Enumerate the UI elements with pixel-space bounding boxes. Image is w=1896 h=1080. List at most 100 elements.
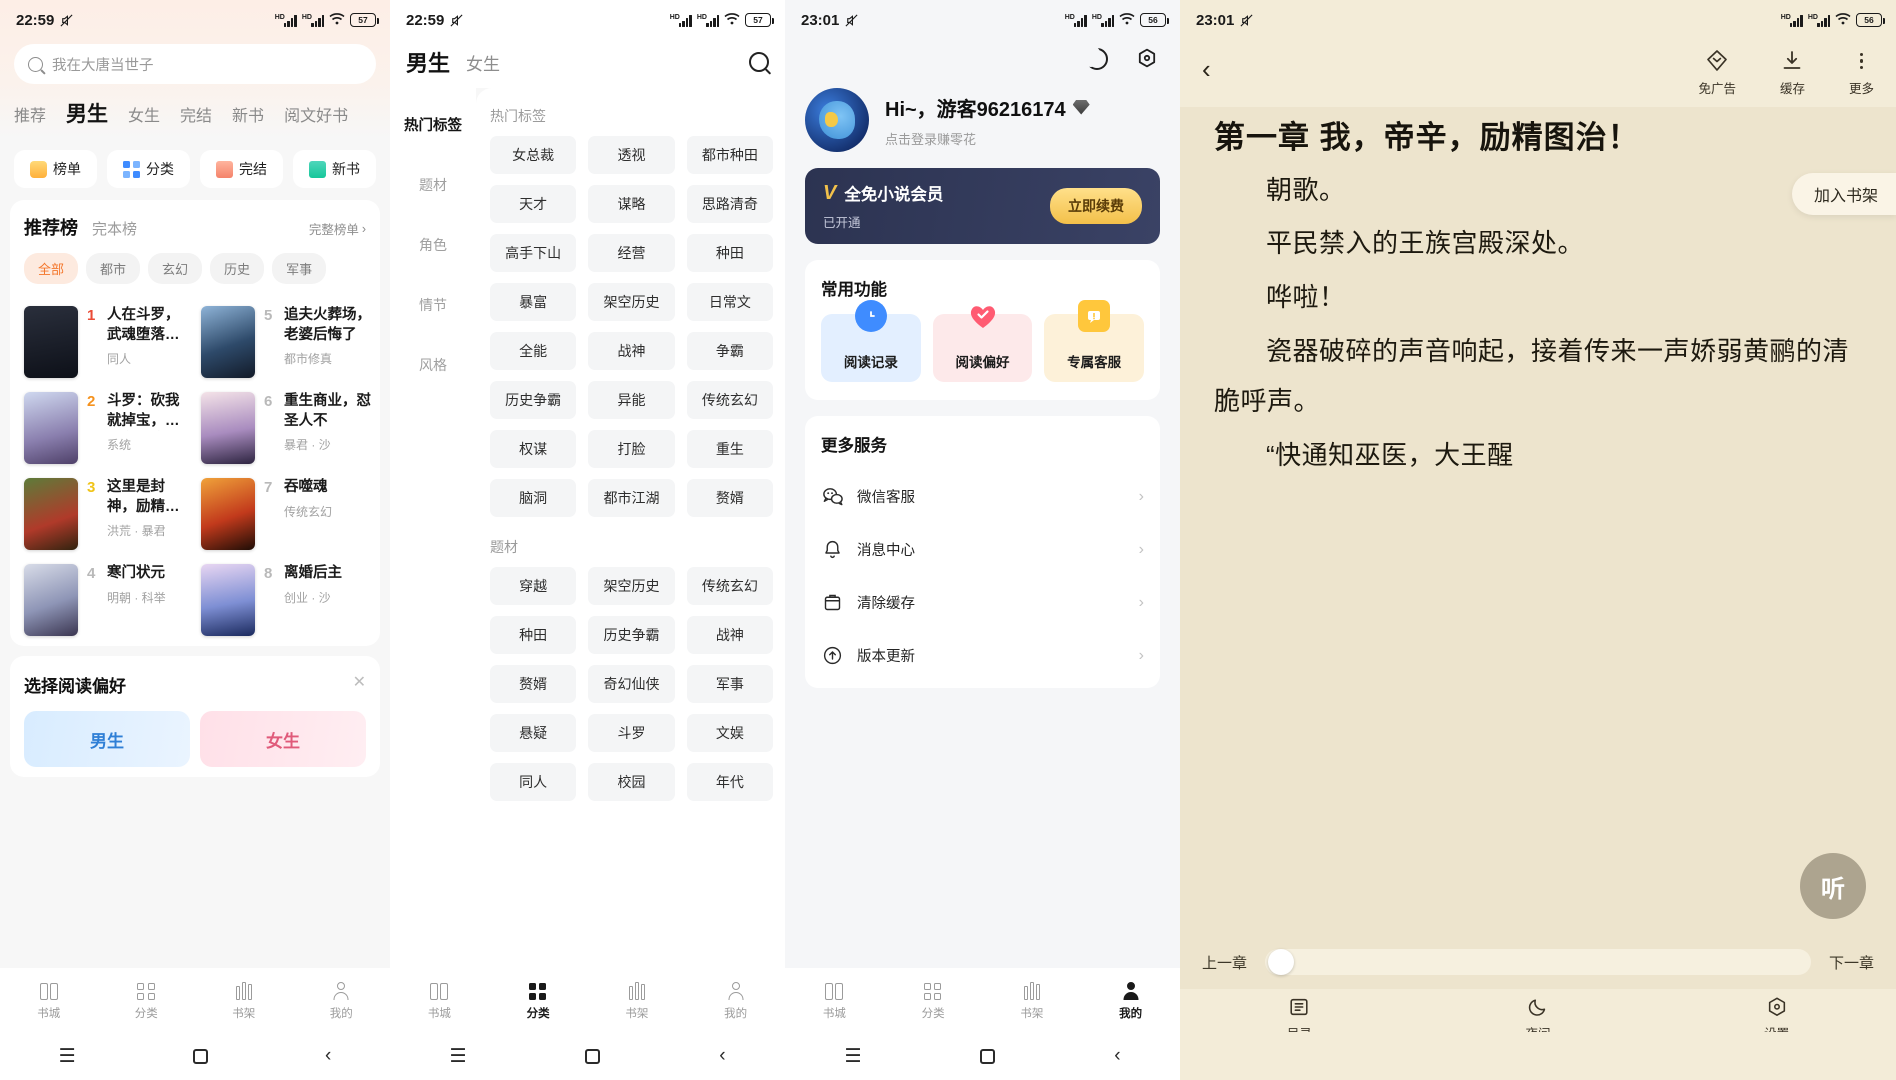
tag-chip[interactable]: 暴富: [490, 283, 577, 321]
tab-recommend[interactable]: 推荐: [14, 102, 46, 126]
tag-chip[interactable]: 军事: [686, 665, 773, 703]
table-row[interactable]: 4 寒门状元 明朝 · 科举: [24, 564, 187, 636]
quick-newbook[interactable]: 新书: [293, 150, 376, 188]
preference-male[interactable]: 男生: [24, 711, 190, 767]
more-button[interactable]: 更多: [1849, 48, 1874, 97]
list-item-message-center[interactable]: 消息中心 ›: [821, 523, 1144, 576]
no-ads-button[interactable]: 免广告: [1698, 48, 1736, 97]
tag-chip[interactable]: 经营: [588, 234, 675, 272]
tag-chip[interactable]: 天才: [490, 185, 577, 223]
tag-chip[interactable]: 赘婿: [686, 479, 773, 517]
sidebar-item-category[interactable]: 分类: [489, 980, 588, 1021]
reading-preference-button[interactable]: 阅读偏好: [932, 306, 1033, 382]
chip-urban[interactable]: 都市: [86, 253, 141, 284]
login-hint[interactable]: 点击登录赚零花: [885, 129, 1090, 148]
sidebar-item-bookshelf[interactable]: 书架: [588, 980, 687, 1021]
menu-icon[interactable]: ☰: [449, 1045, 466, 1068]
sidebar-item-theme[interactable]: 题材: [390, 155, 476, 215]
menu-icon[interactable]: ☰: [844, 1045, 861, 1068]
quick-rank[interactable]: 榜单: [14, 150, 97, 188]
tab-male[interactable]: 男生: [406, 46, 450, 78]
tag-chip[interactable]: 种田: [686, 234, 773, 272]
customer-service-button[interactable]: 专属客服: [1044, 300, 1145, 382]
tag-chip[interactable]: 思路清奇: [686, 185, 773, 223]
sidebar-item-profile[interactable]: 我的: [293, 980, 391, 1021]
menu-icon[interactable]: ☰: [59, 1045, 76, 1068]
close-icon[interactable]: ✕: [353, 672, 366, 692]
sidebar-item-category[interactable]: 分类: [98, 980, 196, 1021]
renew-button[interactable]: 立即续费: [1050, 188, 1142, 224]
tag-chip[interactable]: 战神: [588, 332, 675, 370]
tag-chip[interactable]: 全能: [490, 332, 577, 370]
settings-icon[interactable]: [1136, 48, 1158, 70]
tab-yuewen[interactable]: 阅文好书: [284, 102, 348, 126]
tag-chip[interactable]: 战神: [686, 616, 773, 654]
tab-female[interactable]: 女生: [128, 102, 160, 126]
tab-male[interactable]: 男生: [66, 98, 108, 128]
sidebar-item-bookstore[interactable]: 书城: [390, 980, 489, 1021]
tag-chip[interactable]: 打脸: [588, 430, 675, 468]
user-header[interactable]: Hi~，游客96216174 点击登录赚零花: [785, 74, 1180, 168]
table-row[interactable]: 6 重生商业，怼圣人不 暴君 · 沙: [201, 392, 380, 464]
tag-chip[interactable]: 重生: [686, 430, 773, 468]
reading-history-button[interactable]: 阅读记录: [821, 300, 921, 382]
sidebar-item-category[interactable]: 分类: [884, 980, 983, 1021]
tag-chip[interactable]: 悬疑: [490, 714, 577, 752]
back-chevron-icon[interactable]: ‹: [1202, 56, 1211, 82]
tag-chip[interactable]: 异能: [588, 381, 675, 419]
tag-chip[interactable]: 历史争霸: [588, 616, 675, 654]
sidebar-item-bookshelf[interactable]: 书架: [195, 980, 293, 1021]
vip-card[interactable]: V 全免小说会员 已开通 立即续费: [805, 168, 1160, 244]
tag-chip[interactable]: 历史争霸: [490, 381, 577, 419]
table-row[interactable]: 5 追夫火葬场，老婆后悔了 都市修真: [201, 306, 380, 378]
tag-chip[interactable]: 权谋: [490, 430, 577, 468]
tag-chip[interactable]: 架空历史: [588, 283, 675, 321]
tag-chip[interactable]: 女总裁: [490, 136, 577, 174]
back-icon[interactable]: ‹: [1114, 1045, 1120, 1067]
quick-completed[interactable]: 完结: [200, 150, 283, 188]
sidebar-item-profile[interactable]: 我的: [686, 980, 785, 1021]
tab-completed[interactable]: 完结: [180, 102, 212, 126]
list-item-version-update[interactable]: 版本更新 ›: [821, 629, 1144, 682]
slider-knob[interactable]: [1268, 949, 1295, 975]
sidebar-item-role[interactable]: 角色: [390, 215, 476, 275]
sidebar-item-hot-tags[interactable]: 热门标签: [390, 94, 476, 155]
tag-chip[interactable]: 透视: [588, 136, 675, 174]
next-chapter-button[interactable]: 下一章: [1829, 952, 1874, 973]
chip-fantasy[interactable]: 玄幻: [148, 253, 203, 284]
sidebar-item-profile[interactable]: 我的: [1081, 980, 1180, 1021]
listen-button[interactable]: 听: [1800, 853, 1866, 919]
moon-icon[interactable]: [1081, 45, 1108, 70]
home-square-icon[interactable]: [192, 1048, 208, 1064]
home-square-icon[interactable]: [980, 1048, 996, 1064]
tag-chip[interactable]: 都市种田: [686, 136, 773, 174]
sidebar-item-bookstore[interactable]: 书城: [0, 980, 98, 1021]
add-to-bookshelf-tip[interactable]: 加入书架: [1791, 173, 1896, 215]
tag-chip[interactable]: 斗罗: [588, 714, 675, 752]
sidebar-item-bookstore[interactable]: 书城: [785, 980, 884, 1021]
rank-subtab[interactable]: 完本榜: [92, 218, 137, 239]
tag-chip[interactable]: 都市江湖: [588, 479, 675, 517]
back-icon[interactable]: ‹: [325, 1045, 331, 1067]
chip-all[interactable]: 全部: [24, 253, 79, 284]
tab-newbook[interactable]: 新书: [232, 102, 264, 126]
tag-chip[interactable]: 传统玄幻: [686, 567, 773, 605]
search-icon[interactable]: [749, 52, 769, 72]
table-row[interactable]: 7 吞噬魂 传统玄幻: [201, 478, 380, 550]
table-row[interactable]: 8 离婚后主 创业 · 沙: [201, 564, 380, 636]
progress-slider[interactable]: [1265, 949, 1811, 975]
tag-chip[interactable]: 文娱: [686, 714, 773, 752]
back-icon[interactable]: ‹: [719, 1045, 725, 1067]
list-item-wechat-service[interactable]: 微信客服 ›: [821, 470, 1144, 523]
tag-chip[interactable]: 穿越: [490, 567, 577, 605]
preference-female[interactable]: 女生: [200, 711, 366, 767]
search-input[interactable]: 我在大唐当世子: [14, 44, 376, 84]
tag-chip[interactable]: 争霸: [686, 332, 773, 370]
tab-female[interactable]: 女生: [466, 50, 500, 75]
chip-history[interactable]: 历史: [210, 253, 265, 284]
table-row[interactable]: 3 这里是封神，励精图治有什么用 洪荒 · 暴君: [24, 478, 187, 550]
tag-chip[interactable]: 同人: [490, 763, 577, 801]
rank-more-link[interactable]: 完整榜单 ›: [309, 219, 366, 238]
tag-chip[interactable]: 谋略: [588, 185, 675, 223]
table-row[interactable]: 1 人在斗罗，武魂堕落天使 同人: [24, 306, 187, 378]
